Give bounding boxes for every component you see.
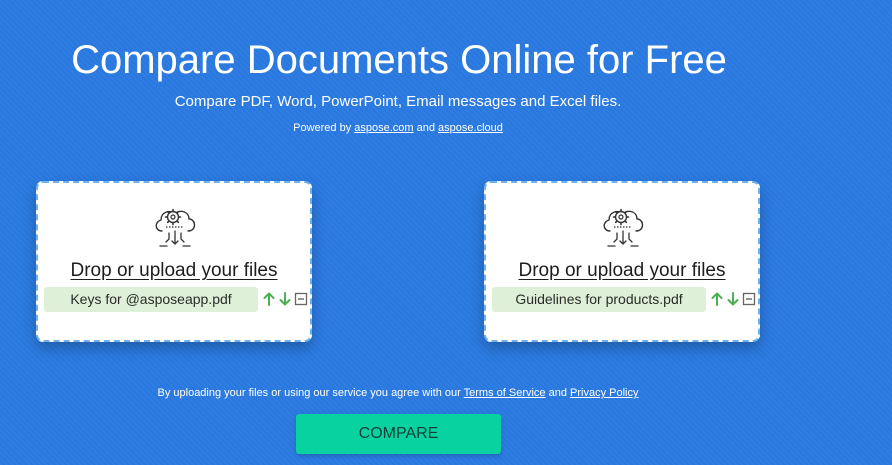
move-up-icon[interactable]	[710, 291, 724, 307]
move-down-icon[interactable]	[278, 291, 292, 307]
terms-and: and	[545, 387, 571, 399]
upload-label[interactable]: Drop or upload your files	[38, 260, 310, 282]
compare-button[interactable]: COMPARE	[296, 414, 501, 454]
aspose-cloud-link[interactable]: aspose.cloud	[438, 122, 503, 134]
powered-by: Powered by aspose.com and aspose.cloud	[0, 122, 796, 135]
page-subtitle: Compare PDF, Word, PowerPoint, Email mes…	[174, 93, 622, 110]
aspose-com-link[interactable]: aspose.com	[354, 122, 413, 134]
uploaded-file-item: Keys for @asposeapp.pdf	[44, 287, 258, 312]
upload-label[interactable]: Drop or upload your files	[486, 260, 758, 282]
powered-by-and: and	[413, 122, 439, 134]
privacy-policy-link[interactable]: Privacy Policy	[570, 387, 638, 399]
file-actions	[710, 291, 758, 307]
upload-dropzone-2[interactable]: Drop or upload your files Guidelines for…	[484, 181, 760, 342]
remove-icon[interactable]	[742, 291, 756, 307]
move-up-icon[interactable]	[262, 291, 276, 307]
terms-prefix: By uploading your files or using our ser…	[157, 387, 464, 399]
terms-of-service-link[interactable]: Terms of Service	[464, 387, 546, 399]
cloud-upload-gear-icon[interactable]	[600, 205, 646, 249]
uploaded-file-item: Guidelines for products.pdf	[492, 287, 706, 312]
terms-notice: By uploading your files or using our ser…	[0, 387, 796, 400]
powered-by-prefix: Powered by	[293, 122, 355, 134]
file-actions	[262, 291, 310, 307]
remove-icon[interactable]	[294, 291, 308, 307]
cloud-upload-gear-icon[interactable]	[152, 205, 198, 249]
page-title: Compare Documents Online for Free	[71, 38, 727, 82]
upload-dropzone-1[interactable]: Drop or upload your files Keys for @aspo…	[36, 181, 312, 342]
move-down-icon[interactable]	[726, 291, 740, 307]
